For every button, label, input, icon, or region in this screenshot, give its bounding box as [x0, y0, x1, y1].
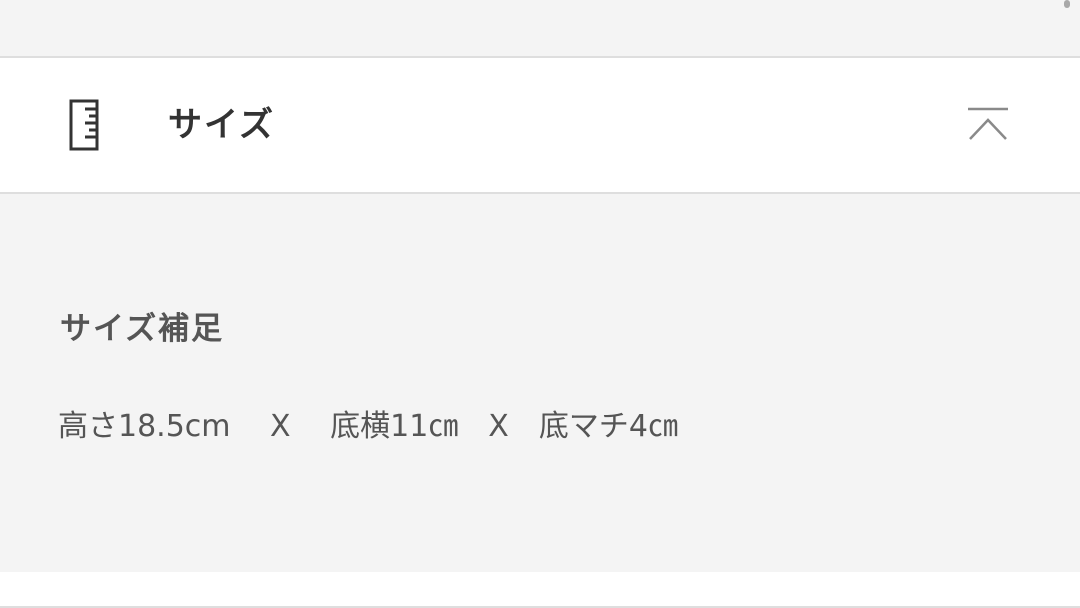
top-band: [0, 0, 1080, 58]
chevron-up-icon: [968, 107, 1008, 140]
ruler-icon: [68, 98, 100, 152]
bottom-band: [0, 572, 1080, 608]
size-detail-text: 高さ18.5cm X 底横11㎝ X 底マチ4㎝: [58, 409, 678, 444]
collapse-button[interactable]: [956, 92, 1020, 156]
section-title: サイズ: [168, 105, 275, 145]
size-section-content: サイズ補足 高さ18.5cm X 底横11㎝ X 底マチ4㎝: [0, 194, 1080, 572]
size-note-heading: サイズ補足: [60, 311, 225, 347]
scrollbar-thumb[interactable]: [1064, 0, 1070, 8]
size-section-header[interactable]: サイズ: [0, 58, 1080, 194]
